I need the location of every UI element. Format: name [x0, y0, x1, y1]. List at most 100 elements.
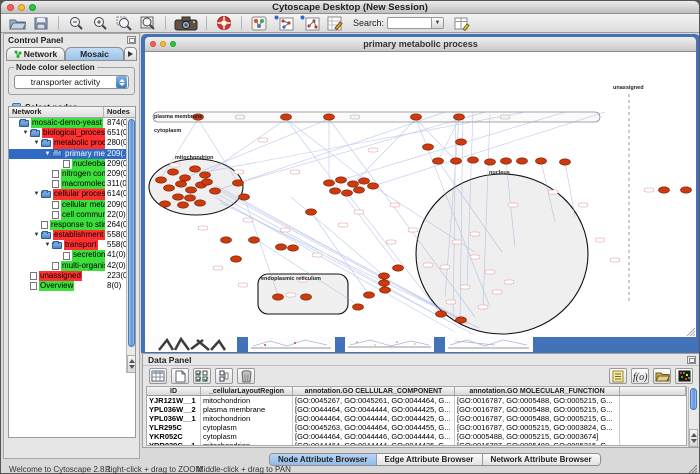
- tree-row[interactable]: cell communicat22(0): [9, 210, 135, 220]
- table-scrollbar[interactable]: [688, 387, 697, 447]
- tree-row[interactable]: secretion41(0): [9, 250, 135, 260]
- network-edge[interactable]: [291, 197, 384, 276]
- compartment-plasma-membrane[interactable]: [153, 112, 600, 122]
- zoom-in-icon[interactable]: [88, 15, 112, 32]
- column-header[interactable]: ID: [147, 387, 201, 395]
- table-row[interactable]: YKR052Ccytoplasm[GO:0044464, GO:0044446,…: [147, 432, 686, 441]
- network-node[interactable]: [176, 181, 187, 187]
- network-node[interactable]: [190, 166, 201, 172]
- network-node[interactable]: [468, 157, 479, 163]
- table-row[interactable]: YDR039C__1mitochondrion[GO:0044464, GO:0…: [147, 441, 686, 446]
- attribute-unselect-icon[interactable]: [215, 368, 233, 384]
- select-attributes-icon[interactable]: [149, 368, 167, 384]
- column-header[interactable]: annotation.GO MOLECULAR_FUNCTION: [455, 387, 620, 395]
- network-node[interactable]: [160, 201, 171, 207]
- column-header[interactable]: [620, 387, 686, 395]
- save-session-icon[interactable]: [29, 15, 53, 32]
- tree-scrollbar-arrows[interactable]: [127, 355, 136, 373]
- search-dropdown-icon[interactable]: ▼: [431, 17, 444, 29]
- network-node[interactable]: [436, 311, 447, 317]
- network-node[interactable]: [231, 256, 242, 262]
- formula-function-icon[interactable]: f(o): [631, 368, 649, 384]
- node-color-dropdown[interactable]: transporter activity: [14, 75, 129, 89]
- tree-row[interactable]: ▼primary metabo209(...: [9, 149, 135, 159]
- network-node[interactable]: [348, 181, 359, 187]
- network-node[interactable]: [359, 178, 370, 184]
- network-node[interactable]: [221, 237, 232, 243]
- network-node[interactable]: [342, 190, 353, 196]
- network-node[interactable]: [301, 294, 312, 300]
- more-tabs-button[interactable]: [124, 47, 137, 61]
- tree-row[interactable]: ▼establishment of lo558(0): [9, 230, 135, 240]
- tree-row[interactable]: ▼cellular process614(0): [9, 189, 135, 199]
- column-header[interactable]: annotation.GO CELLULAR_COMPONENT: [293, 387, 455, 395]
- network-node[interactable]: [560, 159, 571, 165]
- tree-row[interactable]: unassigned223(0): [9, 271, 135, 281]
- tab-mosaic[interactable]: Mosaic: [65, 47, 124, 61]
- network-node[interactable]: [380, 287, 391, 293]
- table-scrollbar-arrows[interactable]: [689, 429, 698, 447]
- network-node[interactable]: [288, 245, 299, 251]
- tree-row[interactable]: ▼biological_process651(0): [9, 128, 135, 138]
- network-node[interactable]: [536, 158, 547, 164]
- tree-expand-icon[interactable]: ▼: [43, 149, 52, 159]
- network-node[interactable]: [273, 294, 284, 300]
- vizmapper-icon[interactable]: [247, 15, 271, 32]
- network-node[interactable]: [180, 175, 191, 181]
- table-row[interactable]: YPL036W__2plasma membrane[GO:0044464, GO…: [147, 405, 686, 414]
- zoom-selected-icon[interactable]: [112, 15, 136, 32]
- tree-row[interactable]: Overview8(0): [9, 281, 135, 291]
- network-node[interactable]: [368, 183, 379, 189]
- network-node[interactable]: [354, 187, 365, 193]
- network-node[interactable]: [178, 202, 189, 208]
- open-session-icon[interactable]: [5, 15, 29, 32]
- table-row[interactable]: YPL036W__1mitochondrion[GO:0044464, GO:0…: [147, 414, 686, 423]
- tree-scrollbar-thumb[interactable]: [128, 119, 135, 347]
- network-node[interactable]: [485, 159, 496, 165]
- network-node[interactable]: [456, 317, 467, 323]
- tree-row[interactable]: nucleobase-209(0): [9, 159, 135, 169]
- table-row[interactable]: YLR295Ccytoplasm[GO:0045263, GO:0044464,…: [147, 423, 686, 432]
- import-attributes-folder-icon[interactable]: [653, 368, 671, 384]
- attribute-table[interactable]: ID_cellularLayoutRegionannotation.GO CEL…: [146, 386, 687, 446]
- network-edge[interactable]: [416, 119, 456, 161]
- float-panel-icon[interactable]: [127, 36, 136, 44]
- network-node[interactable]: [168, 169, 179, 175]
- network-edge[interactable]: [205, 119, 286, 175]
- table-scrollbar-thumb[interactable]: [690, 388, 697, 410]
- data-panel-float-icon[interactable]: [687, 356, 696, 364]
- tree-row[interactable]: response to stimulu264(0): [9, 220, 135, 230]
- network-node[interactable]: [517, 158, 528, 164]
- network-canvas[interactable]: plasma membranecytoplasmmitochondrionnuc…: [145, 52, 696, 337]
- network-node[interactable]: [393, 265, 404, 271]
- network-node[interactable]: [456, 139, 467, 145]
- network-node[interactable]: [195, 200, 206, 206]
- attribute-checklist-icon[interactable]: [193, 368, 211, 384]
- network-node[interactable]: [185, 195, 196, 201]
- tree-row[interactable]: nitrogen compo209(0): [9, 169, 135, 179]
- network-node[interactable]: [423, 144, 434, 150]
- tree-expand-icon[interactable]: ▼: [32, 230, 41, 240]
- tree-scrollbar[interactable]: [126, 118, 135, 373]
- tree-row[interactable]: ▼metabolic process280(0): [9, 138, 135, 148]
- network-node[interactable]: [454, 114, 465, 120]
- network-node[interactable]: [330, 188, 341, 194]
- network-node[interactable]: [336, 177, 347, 183]
- layout-network-icon-b[interactable]: [297, 15, 323, 32]
- tree-expand-icon[interactable]: ▼: [32, 138, 41, 148]
- network-view-titlebar[interactable]: primary metabolic process: [145, 37, 696, 52]
- annotation-icon[interactable]: [323, 15, 347, 32]
- tree-row[interactable]: ▼transport558(0): [9, 240, 135, 250]
- network-node[interactable]: [681, 187, 692, 193]
- attribute-list-icon[interactable]: [609, 368, 627, 384]
- zoom-fit-icon[interactable]: [136, 15, 160, 32]
- heatmap-matrix-icon[interactable]: [675, 368, 693, 384]
- zoom-out-icon[interactable]: [64, 15, 88, 32]
- network-node[interactable]: [411, 114, 422, 120]
- tree-expand-icon[interactable]: ▼: [32, 189, 41, 199]
- network-node[interactable]: [233, 180, 244, 186]
- tab-network[interactable]: Network: [6, 47, 65, 61]
- tree-row[interactable]: cellular metabo209(0): [9, 200, 135, 210]
- column-header[interactable]: _cellularLayoutRegion: [201, 387, 293, 395]
- tree-expand-icon[interactable]: ▼: [43, 240, 52, 250]
